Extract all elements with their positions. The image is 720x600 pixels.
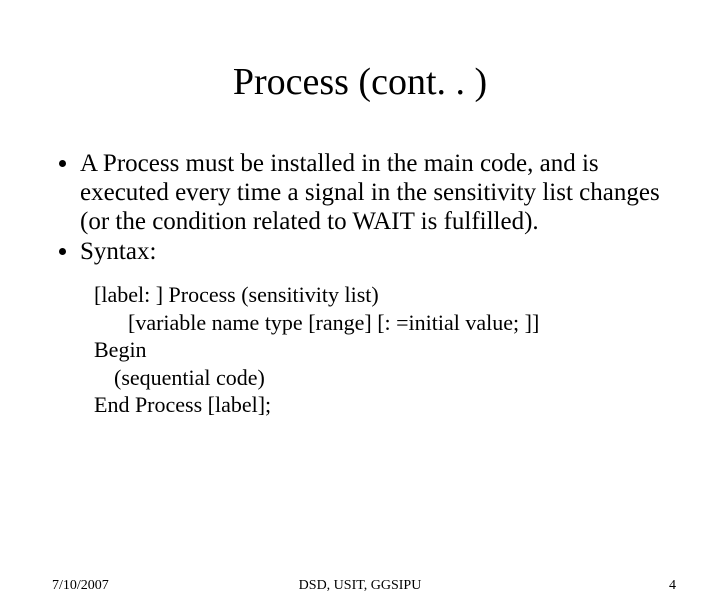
bullet-list: A Process must be installed in the main … (52, 150, 676, 267)
slide-body: A Process must be installed in the main … (52, 150, 676, 419)
footer-page-number: 4 (669, 578, 676, 594)
syntax-block: [label: ] Process (sensitivity list) [va… (94, 281, 676, 419)
bullet-item: A Process must be installed in the main … (80, 150, 676, 236)
syntax-line: (sequential code) (94, 364, 676, 392)
syntax-line: [label: ] Process (sensitivity list) (94, 281, 676, 309)
slide: Process (cont. . ) A Process must be ins… (0, 60, 720, 600)
slide-title: Process (cont. . ) (0, 60, 720, 104)
footer-center: DSD, USIT, GGSIPU (0, 578, 720, 594)
syntax-line: [variable name type [range] [: =initial … (94, 309, 676, 337)
syntax-line: End Process [label]; (94, 391, 676, 419)
bullet-item: Syntax: (80, 238, 676, 267)
syntax-line: Begin (94, 336, 676, 364)
